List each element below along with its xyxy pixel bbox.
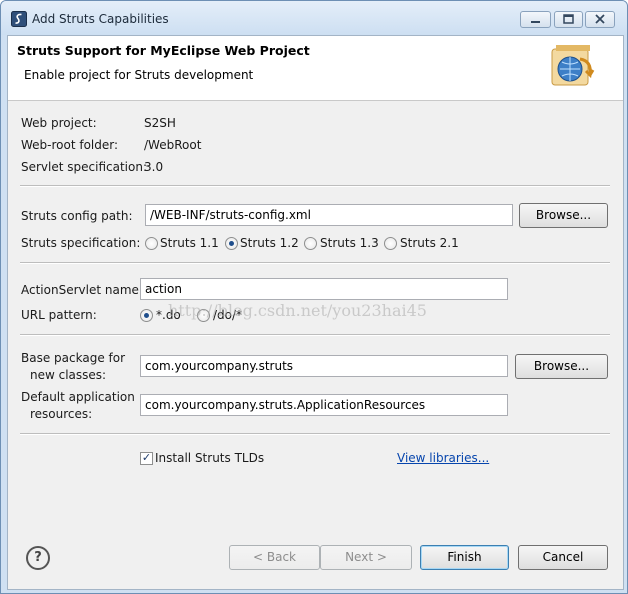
action-servlet-label: ActionServlet name: [21,283,143,297]
view-libraries-link[interactable]: View libraries... [397,451,489,465]
close-icon [595,14,605,24]
finish-button[interactable]: Finish [420,545,509,570]
url-pattern-label: URL pattern: [21,308,97,322]
struts-config-browse-button[interactable]: Browse... [519,203,608,228]
close-button[interactable] [585,11,615,28]
base-package-field[interactable]: com.yourcompany.struts [140,355,508,377]
struts-spec-label: Struts specification: [21,236,141,250]
resources-label-line2: resources: [30,407,93,421]
banner-subtitle: Enable project for Struts development [24,68,254,82]
struts-1-3-label: Struts 1.3 [320,236,379,250]
separator [20,433,610,435]
back-button[interactable]: < Back [229,545,320,570]
web-root-label: Web-root folder: [21,138,119,152]
myeclipse-logo-icon [11,11,27,27]
struts-1-3-radio[interactable] [304,237,317,250]
struts-1-1-radio[interactable] [145,237,158,250]
wizard-banner: Struts Support for MyEclipse Web Project… [8,36,623,101]
dialog-window: Add Struts Capabilities Struts Support f… [0,0,628,594]
base-package-browse-button[interactable]: Browse... [515,354,608,379]
dialog-content: Struts Support for MyEclipse Web Project… [7,35,624,590]
base-package-label-line1: Base package for [21,351,126,365]
struts-2-1-radio[interactable] [384,237,397,250]
separator [20,262,610,264]
struts-config-field[interactable]: /WEB-INF/struts-config.xml [145,204,513,226]
minimize-icon [531,21,540,23]
struts-1-1-label: Struts 1.1 [160,236,219,250]
next-button[interactable]: Next > [320,545,412,570]
maximize-button[interactable] [554,11,583,28]
base-package-label-line2: new classes: [30,368,107,382]
window-title: Add Struts Capabilities [32,12,169,26]
struts-1-2-label: Struts 1.2 [240,236,299,250]
web-project-label: Web project: [21,116,97,130]
struts-2-1-label: Struts 2.1 [400,236,459,250]
watermark: http://blog.csdn.net/you23hai45 [168,301,427,320]
install-tlds-label: Install Struts TLDs [155,451,265,465]
servlet-spec-value: 3.0 [144,160,164,174]
struts-wizard-banner-icon [551,45,595,86]
banner-title: Struts Support for MyEclipse Web Project [17,43,310,58]
install-tlds-checkbox[interactable]: ✓ [140,452,153,465]
cancel-button[interactable]: Cancel [518,545,608,570]
action-servlet-field[interactable]: action [140,278,508,300]
maximize-icon [563,14,574,24]
minimize-button[interactable] [520,11,551,28]
struts-config-label: Struts config path: [21,209,133,223]
resources-label-line1: Default application [21,390,135,404]
separator [20,185,610,187]
resources-field[interactable]: com.yourcompany.struts.ApplicationResour… [140,394,508,416]
url-pattern-do-radio[interactable] [140,309,153,322]
web-root-value: /WebRoot [144,138,202,152]
title-bar[interactable]: Add Struts Capabilities [1,1,627,35]
help-icon[interactable]: ? [26,546,50,570]
servlet-spec-label: Servlet specification: [21,160,147,174]
web-project-value: S2SH [144,116,176,130]
separator [20,334,610,336]
struts-1-2-radio[interactable] [225,237,238,250]
